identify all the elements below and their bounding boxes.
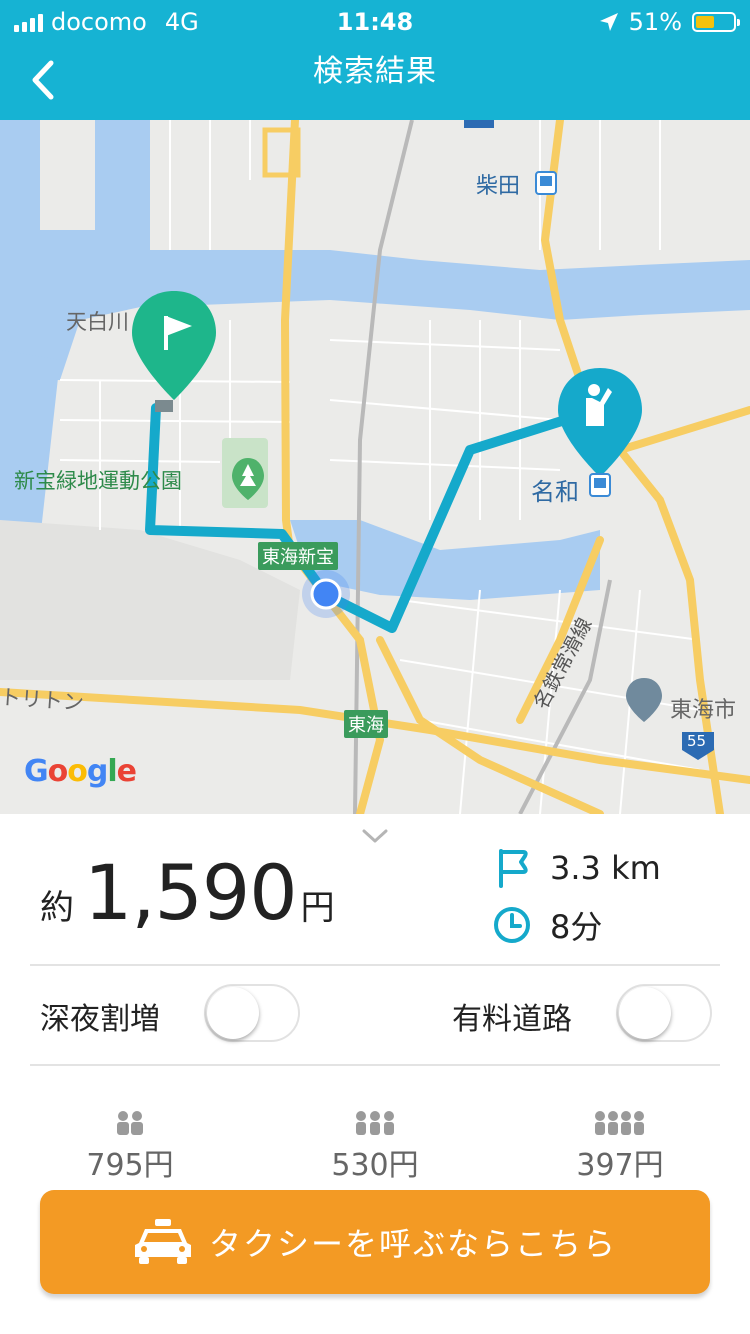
fare-prefix: 約: [40, 888, 74, 928]
nav-bar: 検索結果: [0, 40, 750, 120]
google-letter: o: [67, 754, 88, 789]
map-label-toritton: トリトン: [0, 685, 85, 715]
map-label-route-55: 55: [687, 732, 707, 750]
divider: [30, 964, 720, 966]
map-label-shibata: 柴田: [476, 174, 521, 199]
late-night-toggle[interactable]: [204, 984, 300, 1042]
split-fare-price: 795円: [86, 1148, 174, 1183]
map-label-nawa: 名和: [531, 478, 579, 506]
map-label-park: 新宝緑地運動公園: [14, 469, 182, 493]
google-letter: l: [107, 754, 117, 789]
status-bar: docomo 4G 11:48 51%: [0, 0, 750, 40]
battery-level-fill: [696, 16, 714, 28]
duration-value: 8分: [550, 908, 603, 946]
route-map[interactable]: 柴田 天白川 新宝緑地運動公園 名和 東海新宝 名鉄常滑線 東海市 トリトン 東…: [0, 120, 750, 814]
call-taxi-button[interactable]: タクシーを呼ぶならこちら: [40, 1190, 710, 1294]
toggle-knob: [207, 987, 259, 1039]
clock-icon: [490, 903, 534, 947]
fare-amount: 1,590: [84, 848, 298, 937]
split-fare-price: 530円: [331, 1148, 419, 1183]
split-fare-price: 397円: [576, 1148, 664, 1183]
google-logo: Google: [24, 754, 137, 789]
battery-icon: [692, 12, 740, 32]
map-label-tokai: 東海: [344, 710, 388, 738]
chevron-down-icon: [362, 829, 388, 843]
split-fare-4: 397円: [530, 1100, 710, 1184]
people-2-icon: [40, 1100, 220, 1136]
toll-road-label: 有料道路: [452, 1002, 572, 1037]
map-label-tokai-shinpo: 東海新宝: [258, 542, 338, 570]
call-taxi-label: タクシーを呼ぶならこちら: [208, 1225, 617, 1263]
fare-estimate: 約 1,590 円: [40, 848, 335, 937]
location-arrow-icon: [599, 13, 618, 31]
map-label-tokai-city: 東海市: [670, 698, 737, 723]
collapse-button[interactable]: [355, 822, 395, 850]
split-fare-3: 530円: [285, 1100, 465, 1184]
toggle-knob: [619, 987, 671, 1039]
status-right: 51%: [599, 8, 740, 36]
distance-stat: 3.3 km: [490, 846, 661, 890]
flag-icon: [490, 846, 534, 890]
distance-value: 3.3 km: [550, 849, 661, 887]
fare-unit: 円: [300, 888, 335, 928]
people-3-icon: [285, 1100, 465, 1136]
battery-percent: 51%: [628, 8, 682, 36]
page-title: 検索結果: [313, 54, 437, 89]
late-night-label: 深夜割増: [40, 1002, 160, 1037]
taxi-icon: [133, 1219, 193, 1265]
split-fare-2: 795円: [40, 1100, 220, 1184]
map-label-tenpaku: 天白川: [66, 310, 129, 334]
people-4-icon: [530, 1100, 710, 1136]
divider: [30, 1064, 720, 1066]
google-letter: e: [116, 754, 137, 789]
toll-road-toggle[interactable]: [616, 984, 712, 1042]
google-letter: G: [24, 754, 49, 789]
result-panel: 約 1,590 円 3.3 km 8分 深夜割増 有料道路 795円 530円: [0, 814, 750, 1334]
google-letter: o: [47, 754, 69, 789]
duration-stat: 8分: [490, 902, 602, 948]
google-letter: g: [86, 754, 109, 789]
